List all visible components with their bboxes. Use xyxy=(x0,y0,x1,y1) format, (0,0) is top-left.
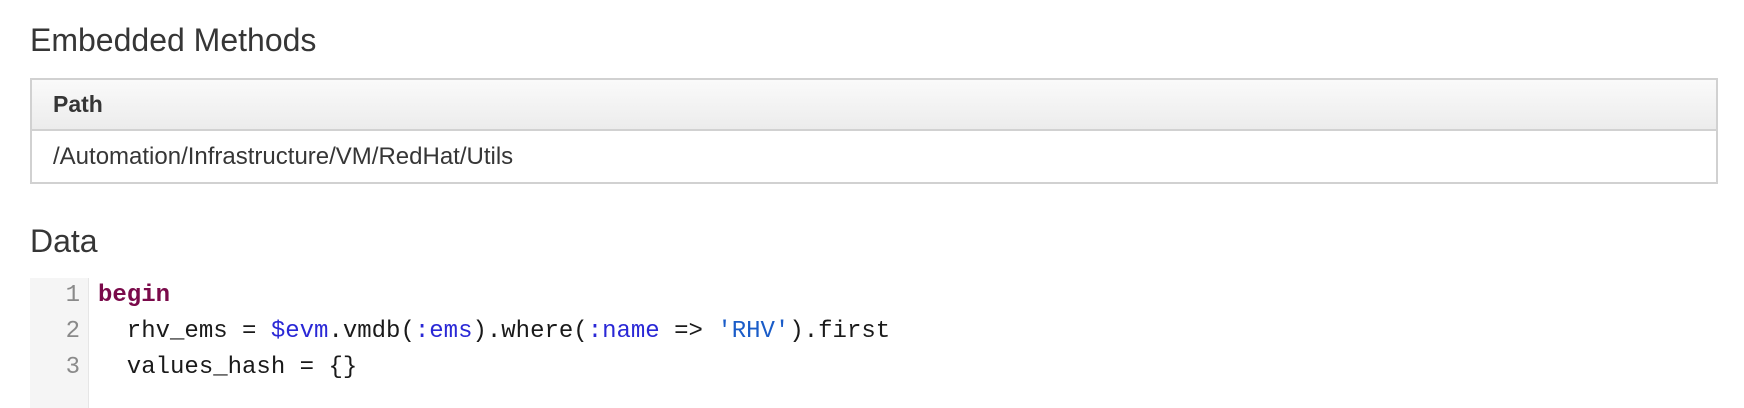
code-token-plain: .vmdb( xyxy=(328,318,415,345)
code-line: 3 values_hash = {} xyxy=(30,348,1718,388)
embedded-methods-table: Path /Automation/Infrastructure/VM/RedHa… xyxy=(30,78,1718,184)
code-token-symbol: :ems xyxy=(414,318,473,345)
code-token-symbol: :name xyxy=(587,318,660,345)
code-token-plain: rhv_ems = xyxy=(98,318,271,345)
table-row[interactable]: /Automation/Infrastructure/VM/RedHat/Uti… xyxy=(32,131,1716,182)
code-line: 2 rhv_ems = $evm.vmdb(:ems).where(:name … xyxy=(30,312,1718,352)
code-token-global-variable: $evm xyxy=(270,318,329,345)
code-token-plain: => xyxy=(659,318,718,345)
line-code: rhv_ems = $evm.vmdb(:ems).where(:name =>… xyxy=(98,312,890,352)
line-number: 1 xyxy=(65,282,80,309)
line-number: 3 xyxy=(65,354,80,381)
line-code: values_hash = {} xyxy=(98,348,357,388)
code-token-plain: ).first xyxy=(789,318,891,345)
line-code: begin xyxy=(98,276,170,316)
data-heading: Data xyxy=(30,223,98,259)
code-token-plain: ).where( xyxy=(472,318,588,345)
embedded-methods-heading: Embedded Methods xyxy=(30,22,317,58)
code-line: 1 begin xyxy=(30,276,1718,316)
code-viewer[interactable]: 1 begin 2 rhv_ems = $evm.vmdb(:ems).where(… xyxy=(30,278,1718,408)
code-token-keyword: begin xyxy=(98,282,171,309)
table-header-row: Path xyxy=(32,80,1716,131)
column-header-path: Path xyxy=(53,91,103,117)
line-number: 2 xyxy=(65,318,80,345)
code-token-string: 'RHV' xyxy=(717,318,790,345)
path-cell[interactable]: /Automation/Infrastructure/VM/RedHat/Uti… xyxy=(32,143,513,171)
code-token-plain: values_hash = {} xyxy=(98,354,358,381)
